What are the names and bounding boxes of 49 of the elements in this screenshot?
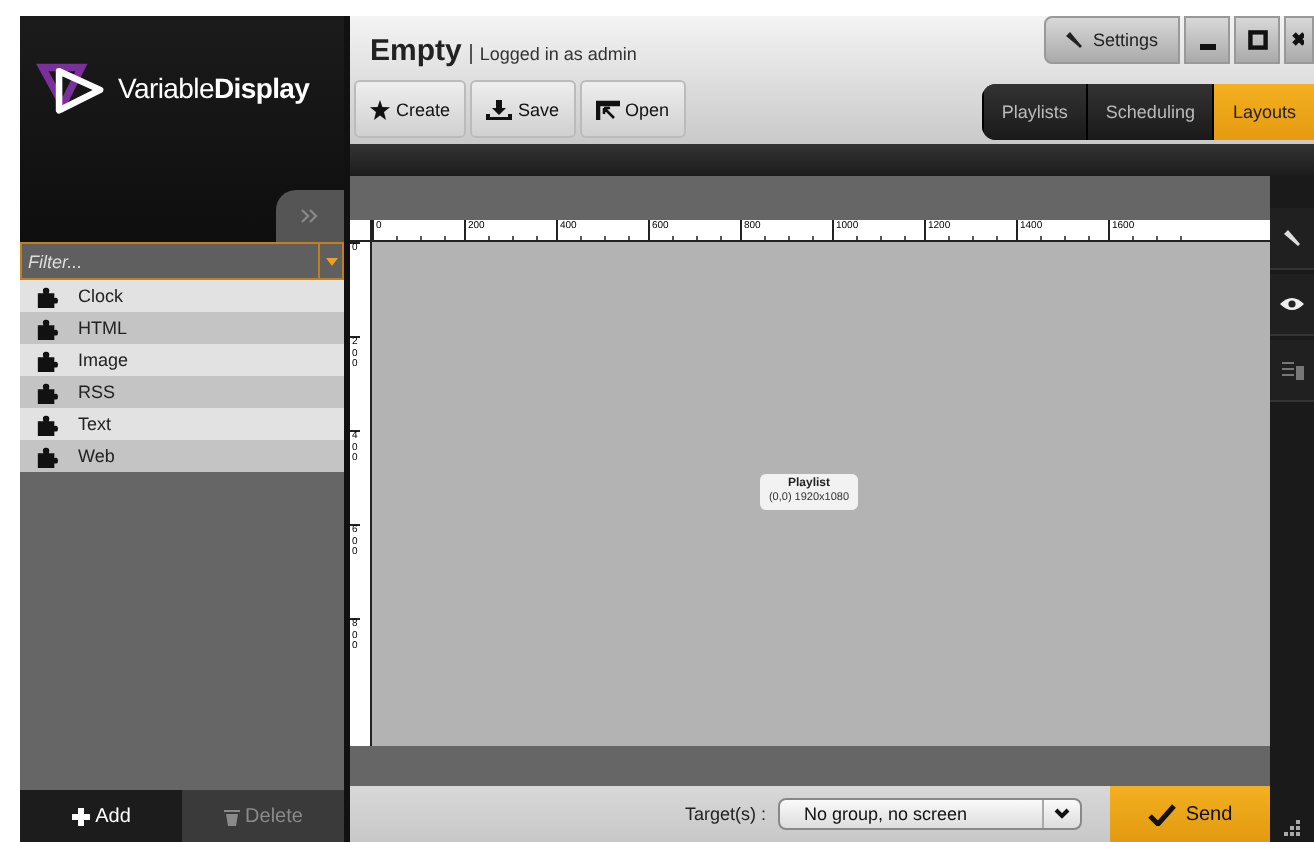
minimize-button[interactable] — [1184, 16, 1230, 64]
puzzle-icon — [36, 349, 58, 371]
settings-button[interactable]: Settings — [1044, 16, 1180, 64]
widget-list-item[interactable]: RSS — [20, 376, 344, 408]
eye-icon — [1280, 296, 1304, 312]
toolbar-button[interactable]: Open — [579, 80, 686, 138]
expand-tab[interactable] — [276, 190, 344, 242]
nav-tab[interactable]: Playlists — [981, 84, 1086, 140]
toolbar-button[interactable]: Create — [354, 80, 467, 138]
widget-list-item[interactable]: HTML — [20, 312, 344, 344]
widget-list-item[interactable]: Text — [20, 408, 344, 440]
target-label: Target(s) : — [684, 804, 766, 824]
checkmark-icon — [1147, 803, 1176, 825]
logo-text: VariableDisplay — [118, 72, 310, 104]
close-button[interactable] — [1284, 16, 1314, 64]
filter-field[interactable]: Filter... — [20, 242, 320, 280]
widget-list-item[interactable]: Web — [20, 440, 344, 472]
star-icon — [370, 99, 390, 119]
download-icon — [486, 99, 513, 119]
add-button[interactable]: Add — [20, 790, 182, 842]
toolbar-button[interactable]: Save — [470, 80, 576, 138]
puzzle-icon — [36, 445, 58, 467]
puzzle-icon — [36, 317, 58, 339]
list-icon — [1281, 360, 1303, 380]
layers-tool[interactable] — [1270, 340, 1314, 402]
widget-list-item[interactable]: Clock — [20, 280, 344, 312]
close-icon — [1292, 30, 1304, 50]
caret-icon — [325, 257, 337, 265]
page-title: Empty — [370, 34, 462, 68]
nav-tab[interactable]: Scheduling — [1085, 84, 1213, 140]
double-chevron-icon — [300, 208, 320, 224]
nav-tab[interactable]: Layouts — [1212, 84, 1314, 140]
send-button[interactable]: Send — [1110, 786, 1270, 842]
plus-icon — [71, 807, 90, 825]
target-dropdown[interactable]: No group, no screen — [778, 798, 1082, 830]
puzzle-icon — [36, 381, 58, 403]
login-status: Logged in as admin — [469, 44, 637, 64]
properties-tool[interactable] — [1270, 208, 1314, 270]
widget-list-item[interactable]: Image — [20, 344, 344, 376]
trash-icon — [223, 807, 240, 825]
filter-dropdown-button[interactable] — [320, 242, 344, 280]
folder-arrow-icon — [595, 99, 620, 119]
maximize-button[interactable] — [1234, 16, 1280, 64]
minimize-icon — [1199, 43, 1215, 49]
puzzle-icon — [36, 413, 58, 435]
preview-tool[interactable] — [1270, 274, 1314, 336]
maximize-icon — [1247, 30, 1267, 50]
resize-grip-icon — [1284, 820, 1300, 836]
puzzle-icon — [36, 285, 58, 307]
